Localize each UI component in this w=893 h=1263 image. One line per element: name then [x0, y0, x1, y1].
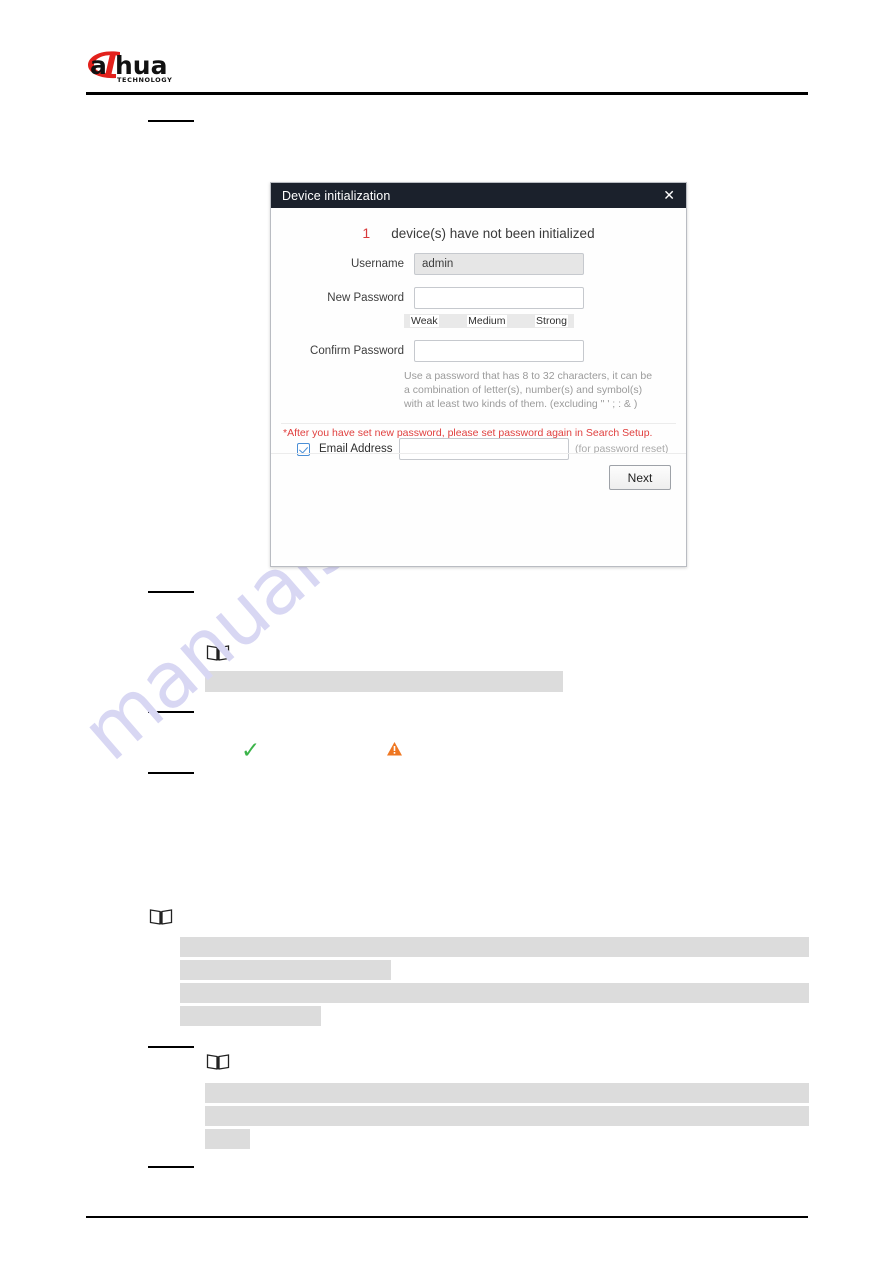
password-strength-row: Weak Medium Strong	[271, 314, 686, 328]
new-password-label: New Password	[327, 292, 404, 304]
redacted-heading	[148, 120, 194, 122]
note-book-icon	[149, 909, 173, 925]
device-count-banner: 1 device(s) have not been initialized	[271, 208, 686, 241]
next-button[interactable]: Next	[609, 465, 671, 490]
email-input[interactable]	[399, 438, 569, 460]
redacted-heading	[148, 591, 194, 593]
svg-text:a: a	[90, 51, 107, 80]
device-count-message: device(s) have not been initialized	[391, 226, 595, 241]
redacted-text-block	[180, 960, 391, 980]
document-page: manualshive.com a hua TECHNOLOGY	[0, 0, 893, 1263]
warning-icon	[387, 742, 402, 756]
redacted-text-block	[205, 1083, 809, 1103]
check-icon: ✓	[241, 738, 261, 764]
redacted-heading	[148, 711, 194, 713]
password-hint-row: Use a password that has 8 to 32 characte…	[271, 369, 686, 411]
confirm-password-row: Confirm Password	[271, 340, 686, 362]
close-icon[interactable]: ✕	[659, 187, 679, 205]
svg-text:TECHNOLOGY: TECHNOLOGY	[117, 76, 172, 84]
hint-spacer	[271, 369, 404, 411]
device-initialization-dialog: Device initialization ✕ 1 device(s) have …	[270, 182, 687, 567]
strength-strong-label: Strong	[535, 315, 568, 327]
redacted-text-block	[205, 671, 563, 692]
dialog-divider	[281, 423, 676, 424]
redacted-text-block	[180, 983, 809, 1003]
new-password-input[interactable]	[414, 287, 584, 309]
username-label: Username	[350, 258, 404, 270]
redacted-text-block	[180, 937, 809, 957]
email-row: Email Address (for password reset)	[271, 438, 686, 460]
redacted-heading	[148, 1046, 194, 1048]
confirm-password-input[interactable]	[414, 340, 584, 362]
strength-medium-label: Medium	[467, 315, 507, 327]
header-rule	[86, 92, 808, 95]
password-reset-warning: *After you have set new password, please…	[283, 427, 653, 439]
redacted-heading	[148, 1166, 194, 1168]
new-password-row: New Password	[271, 287, 686, 309]
username-row: Username	[271, 253, 686, 275]
redacted-text-block	[205, 1106, 809, 1126]
username-input[interactable]	[414, 253, 584, 275]
footer-rule	[86, 1216, 808, 1218]
device-count: 1	[362, 225, 371, 241]
note-book-icon	[206, 1054, 230, 1070]
redacted-heading	[148, 772, 194, 774]
strength-weak-label: Weak	[410, 315, 439, 327]
dialog-body: 1 device(s) have not been initialized Use…	[271, 208, 686, 564]
password-requirements-hint: Use a password that has 8 to 32 characte…	[404, 370, 653, 410]
password-strength-meter: Weak Medium Strong	[404, 314, 574, 328]
dialog-title: Device initialization	[282, 188, 391, 203]
logo-mark: a hua TECHNOLOGY	[88, 51, 172, 84]
dahua-logo: a hua TECHNOLOGY	[86, 48, 196, 84]
dialog-titlebar: Device initialization ✕	[271, 183, 686, 208]
note-book-icon	[206, 645, 230, 661]
confirm-password-label: Confirm Password	[310, 345, 404, 357]
redacted-text-block	[180, 1006, 321, 1026]
strength-spacer	[271, 314, 404, 328]
dialog-footer-divider	[271, 453, 686, 454]
redacted-text-block	[205, 1129, 250, 1149]
